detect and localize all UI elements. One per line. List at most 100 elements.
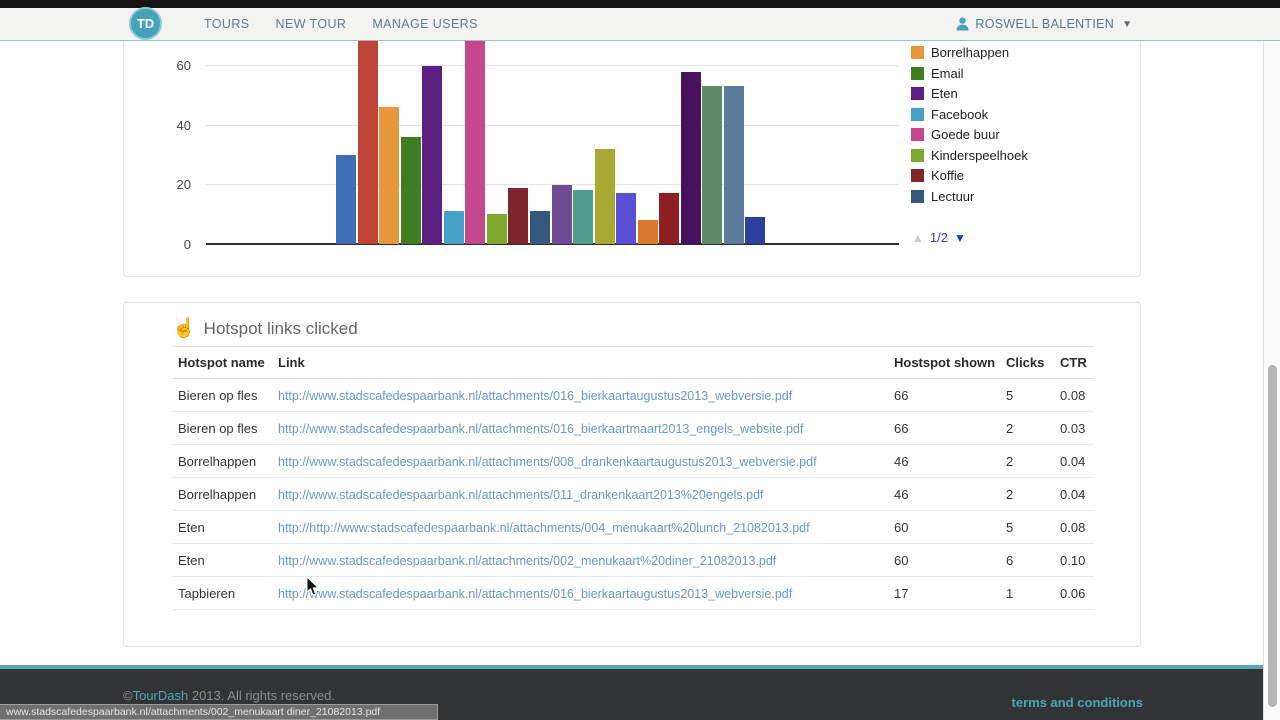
- terms-link[interactable]: terms and conditions: [1012, 695, 1143, 710]
- gridline-40: [206, 125, 899, 126]
- cell-hotspot-shown: 46: [888, 444, 1000, 478]
- scrollbar-thumb[interactable]: [1268, 365, 1277, 707]
- cell-hotspot-shown: 46: [888, 477, 1000, 511]
- browser-status-bar: www.stadscafedespaarbank.nl/attachments/…: [0, 704, 438, 720]
- copyright-symbol: ©: [123, 688, 133, 703]
- card-title-row: ☝ Hotspot links clicked: [172, 318, 358, 340]
- bar-series-13: [595, 149, 615, 244]
- hotspot-links-card: ☝ Hotspot links clicked Hotspot name Lin…: [123, 302, 1141, 647]
- legend-label: Email: [931, 66, 964, 81]
- legend-swatch: [911, 87, 924, 100]
- table-row: Borrelhappen http://www.stadscafedespaarb…: [172, 477, 1094, 511]
- user-name: ROSWELL BALENTIEN: [975, 17, 1115, 31]
- cell-link: http://www.stadscafedespaarbank.nl/attac…: [272, 444, 888, 478]
- cell-link: http://www.stadscafedespaarbank.nl/attac…: [272, 576, 888, 610]
- table-header-row: Hotspot name Link Hostspot shown Clicks …: [172, 346, 1094, 379]
- hotspot-link[interactable]: http://www.stadscafedespaarbank.nl/attac…: [278, 488, 764, 502]
- legend-label: Kinderspeelhoek: [931, 148, 1028, 163]
- scrollbar-track[interactable]: [1263, 41, 1280, 720]
- hotspot-link[interactable]: http://www.stadscafedespaarbank.nl/attac…: [278, 389, 792, 403]
- card-title: Hotspot links clicked: [203, 319, 358, 338]
- table-row: Eten http://www.stadscafedespaarbank.nl/a…: [172, 543, 1094, 577]
- copyright-text: ©TourDash 2013. All rights reserved.: [123, 688, 335, 703]
- hotspot-link[interactable]: http://www.stadscafedespaarbank.nl/attac…: [278, 422, 803, 436]
- bar-facebook: [444, 211, 464, 244]
- bar-email: [401, 137, 421, 244]
- legend-label: Borrelhappen: [931, 45, 1010, 60]
- bar-koffie: [508, 188, 528, 244]
- legend-item-koffie[interactable]: Koffie: [911, 167, 964, 184]
- col-link: Link: [272, 346, 888, 379]
- nav-item-new-tour[interactable]: NEW TOUR: [276, 17, 347, 31]
- cell-clicks: 6: [1000, 543, 1054, 577]
- legend-swatch: [911, 149, 924, 162]
- legend-item-facebook[interactable]: Facebook: [911, 106, 988, 123]
- user-icon: [956, 17, 969, 31]
- hotspot-link[interactable]: http://www.stadscafedespaarbank.nl/attac…: [278, 455, 817, 469]
- gridline-60: [206, 65, 899, 66]
- table-row: Tapbieren http://www.stadscafedespaarbank…: [172, 576, 1094, 610]
- cell-ctr: 0.10: [1054, 543, 1094, 577]
- legend-item-goede-buur[interactable]: Goede buur: [911, 126, 1000, 143]
- legend-label: Eten: [931, 86, 958, 101]
- cell-ctr: 0.08: [1054, 378, 1094, 412]
- cell-hotspot-shown: 66: [888, 378, 1000, 412]
- y-axis-tick-40: 40: [176, 118, 191, 133]
- bar-lectuur: [530, 211, 550, 244]
- col-ctr: CTR: [1054, 346, 1094, 379]
- legend-page-up-icon[interactable]: ▲: [912, 231, 924, 245]
- y-axis-tick-60: 60: [176, 58, 191, 73]
- legend-item-email[interactable]: Email: [911, 65, 964, 82]
- cell-link: http://http://www.stadscafedespaarbank.n…: [272, 510, 888, 544]
- legend-swatch: [911, 169, 924, 182]
- cell-clicks: 5: [1000, 510, 1054, 544]
- col-hotspot-name: Hotspot name: [172, 346, 272, 379]
- hotspot-link[interactable]: http://http://www.stadscafedespaarbank.n…: [278, 521, 810, 535]
- top-navigation: TD TOURS NEW TOUR MANAGE USERS ROSWELL BAL…: [0, 7, 1280, 41]
- cell-ctr: 0.08: [1054, 510, 1094, 544]
- bar-series-15: [638, 220, 658, 244]
- bar-borrelhappen: [379, 107, 399, 244]
- legend-item-kinderspeelhoek[interactable]: Kinderspeelhoek: [911, 147, 1028, 164]
- chevron-down-icon: ▼: [1122, 18, 1132, 30]
- table-row: Bieren op fles http://www.stadscafedespaa…: [172, 378, 1094, 412]
- cell-hotspot-name: Borrelhappen: [172, 477, 272, 511]
- cell-link: http://www.stadscafedespaarbank.nl/attac…: [272, 543, 888, 577]
- cell-ctr: 0.04: [1054, 477, 1094, 511]
- legend-swatch: [911, 190, 924, 203]
- col-hotspot-shown: Hostspot shown: [888, 346, 1000, 379]
- table-row: Borrelhappen http://www.stadscafedespaarb…: [172, 444, 1094, 478]
- y-axis-tick-20: 20: [176, 177, 191, 192]
- brand-link[interactable]: TourDash: [133, 688, 189, 703]
- cell-hotspot-name: Bieren op fles: [172, 411, 272, 445]
- cell-clicks: 2: [1000, 444, 1054, 478]
- legend-label: Facebook: [931, 107, 989, 122]
- hotspot-link[interactable]: http://www.stadscafedespaarbank.nl/attac…: [278, 587, 792, 601]
- hotspot-link[interactable]: http://www.stadscafedespaarbank.nl/attac…: [278, 554, 776, 568]
- legend-item-borrelhappen[interactable]: Borrelhappen: [911, 44, 1009, 61]
- bar-series-18: [702, 86, 722, 244]
- cell-ctr: 0.04: [1054, 444, 1094, 478]
- bar-series-1: [336, 155, 356, 244]
- legend-page-down-icon[interactable]: ▼: [954, 231, 966, 245]
- hotspot-chart-card: 0 20 40 60 Borrelhappen Email Eten Facebook…: [123, 41, 1141, 277]
- browser-top-strip: [0, 0, 1280, 8]
- nav-item-tours[interactable]: TOURS: [204, 17, 250, 31]
- cell-hotspot-shown: 17: [888, 576, 1000, 610]
- user-menu[interactable]: ROSWELL BALENTIEN ▼: [956, 8, 1132, 40]
- tourdash-logo[interactable]: TD: [129, 7, 162, 40]
- pointer-hand-icon: ☝: [172, 318, 196, 339]
- legend-label: Koffie: [931, 168, 965, 183]
- legend-item-lectuur[interactable]: Lectuur: [911, 188, 974, 205]
- y-axis-tick-0: 0: [183, 237, 191, 252]
- bar-eten: [422, 66, 442, 244]
- legend-label: Goede buur: [931, 127, 1000, 142]
- hotspot-links-table: Hotspot name Link Hostspot shown Clicks …: [172, 346, 1094, 610]
- legend-item-eten[interactable]: Eten: [911, 85, 958, 102]
- cell-hotspot-name: Borrelhappen: [172, 444, 272, 478]
- legend-swatch: [911, 67, 924, 80]
- bar-series-20: [745, 217, 765, 244]
- table-row: Eten http://http://www.stadscafedespaarba…: [172, 510, 1094, 544]
- cell-hotspot-shown: 60: [888, 510, 1000, 544]
- nav-item-manage-users[interactable]: MANAGE USERS: [372, 17, 478, 31]
